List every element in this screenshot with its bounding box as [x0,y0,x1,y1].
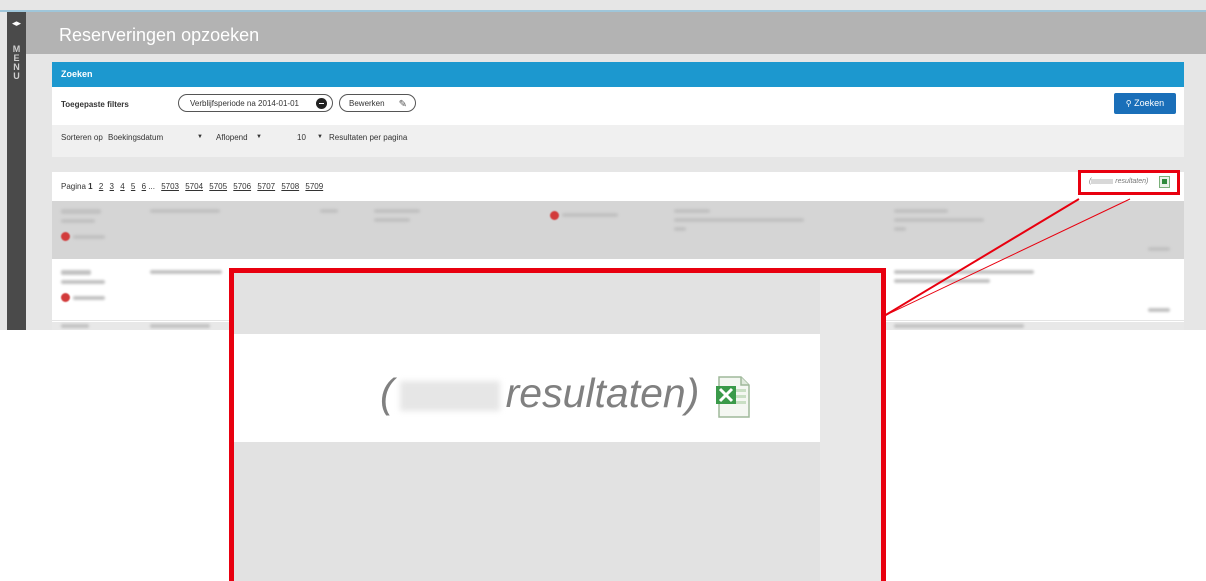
menu-label[interactable]: M E N U [7,45,26,81]
page-link[interactable]: 6 [142,182,146,191]
page-link[interactable]: 3 [110,182,114,191]
remove-filter-icon[interactable] [316,98,327,109]
zoom-count-open: ( [380,370,394,416]
menu-sidebar[interactable]: ◂▸ M E N U [7,12,26,330]
results-count: ( resultaten) [1089,178,1148,185]
blurred-cell [894,324,1024,328]
excel-export-icon[interactable] [1159,176,1170,188]
blurred-cell [374,218,410,222]
search-icon: ⚲ [1125,99,1132,108]
results-count-suffix: resultaten) [1115,178,1149,185]
blurred-cell [320,209,338,213]
page-link[interactable]: 5707 [257,182,275,191]
zoom-callout: ( resultaten) [229,268,886,581]
menu-toggle-icon[interactable]: ◂▸ [7,12,26,34]
page-link[interactable]: 5 [131,182,135,191]
blurred-cell [61,219,95,223]
blurred-cell [1148,308,1170,312]
sort-field-chevron-icon[interactable]: ▼ [197,134,203,140]
page-link[interactable]: 5706 [233,182,251,191]
blurred-cell [150,209,220,213]
filter-chip-period[interactable]: Verblijfsperiode na 2014-01-01 [178,94,333,112]
filter-row: Toegepaste filters Verblijfsperiode na 2… [52,87,1184,125]
zoom-side-panel [820,273,881,581]
status-dot [61,232,70,241]
blurred-cell [73,296,105,300]
page-title: Reserveringen opzoeken [59,25,260,45]
search-panel-heading: Zoeken [52,62,1184,87]
search-button-label: Zoeken [1134,98,1165,108]
edit-button-label: Bewerken [349,99,385,108]
blurred-cell [1148,247,1170,251]
blurred-cell [894,270,1034,274]
page-link[interactable]: 5705 [209,182,227,191]
page-link[interactable]: 5708 [281,182,299,191]
per-page-label: Resultaten per pagina [329,133,408,142]
pagination: Pagina 1 2 3 4 5 6 ... 5703 5704 5705 57… [61,182,323,191]
zoom-count-suffix: resultaten) [505,370,700,416]
pagination-ellipsis: ... [148,182,155,191]
zoom-results-count: ( resultaten) [380,370,699,417]
sort-order-chevron-icon[interactable]: ▼ [256,134,262,140]
blurred-cell [562,213,618,217]
blurred-cell [61,324,89,328]
current-page: 1 [88,182,93,191]
pagination-prefix: Pagina [61,182,86,191]
blurred-cell [150,270,222,274]
page-link[interactable]: 5703 [161,182,179,191]
page-link[interactable]: 5709 [305,182,323,191]
per-page-select[interactable]: 10 [297,133,306,142]
sort-field-select[interactable]: Boekingsdatum [108,133,163,142]
blurred-cell [61,280,105,284]
blurred-cell [894,209,948,213]
blurred-cell [894,279,990,283]
status-dot [550,211,559,220]
results-count-highlight: ( resultaten) [1078,170,1180,195]
sort-order-select[interactable]: Aflopend [216,133,248,142]
filter-chip-label: Verblijfsperiode na 2014-01-01 [190,99,299,108]
table-row[interactable] [52,201,1184,259]
blurred-cell [73,235,105,239]
excel-export-icon[interactable] [713,375,753,419]
sort-label: Sorteren op [61,133,103,142]
blurred-cell [374,209,420,213]
zoom-redacted-count [399,381,500,412]
search-panel: Toegepaste filters Verblijfsperiode na 2… [52,87,1184,157]
page-link[interactable]: 2 [99,182,103,191]
redacted-count [1091,178,1114,184]
blurred-cell [150,324,210,328]
blurred-cell [894,227,906,231]
page-link[interactable]: 5704 [185,182,203,191]
blurred-cell [894,218,984,222]
pencil-icon: ✎ [398,99,407,110]
applied-filters-label: Toegepaste filters [61,100,129,109]
status-dot [61,293,70,302]
blurred-cell [61,270,91,275]
blurred-cell [674,218,804,222]
blurred-cell [674,209,710,213]
blurred-cell [61,209,101,214]
zoom-results-count-area: ( resultaten) [234,334,820,442]
page-link[interactable]: 4 [120,182,124,191]
page-header: Reserveringen opzoeken [26,12,1206,54]
blurred-cell [674,227,686,231]
per-page-chevron-icon[interactable]: ▼ [317,134,323,140]
search-button[interactable]: ⚲ Zoeken [1114,93,1176,114]
edit-filters-button[interactable]: Bewerken ✎ [339,94,416,112]
